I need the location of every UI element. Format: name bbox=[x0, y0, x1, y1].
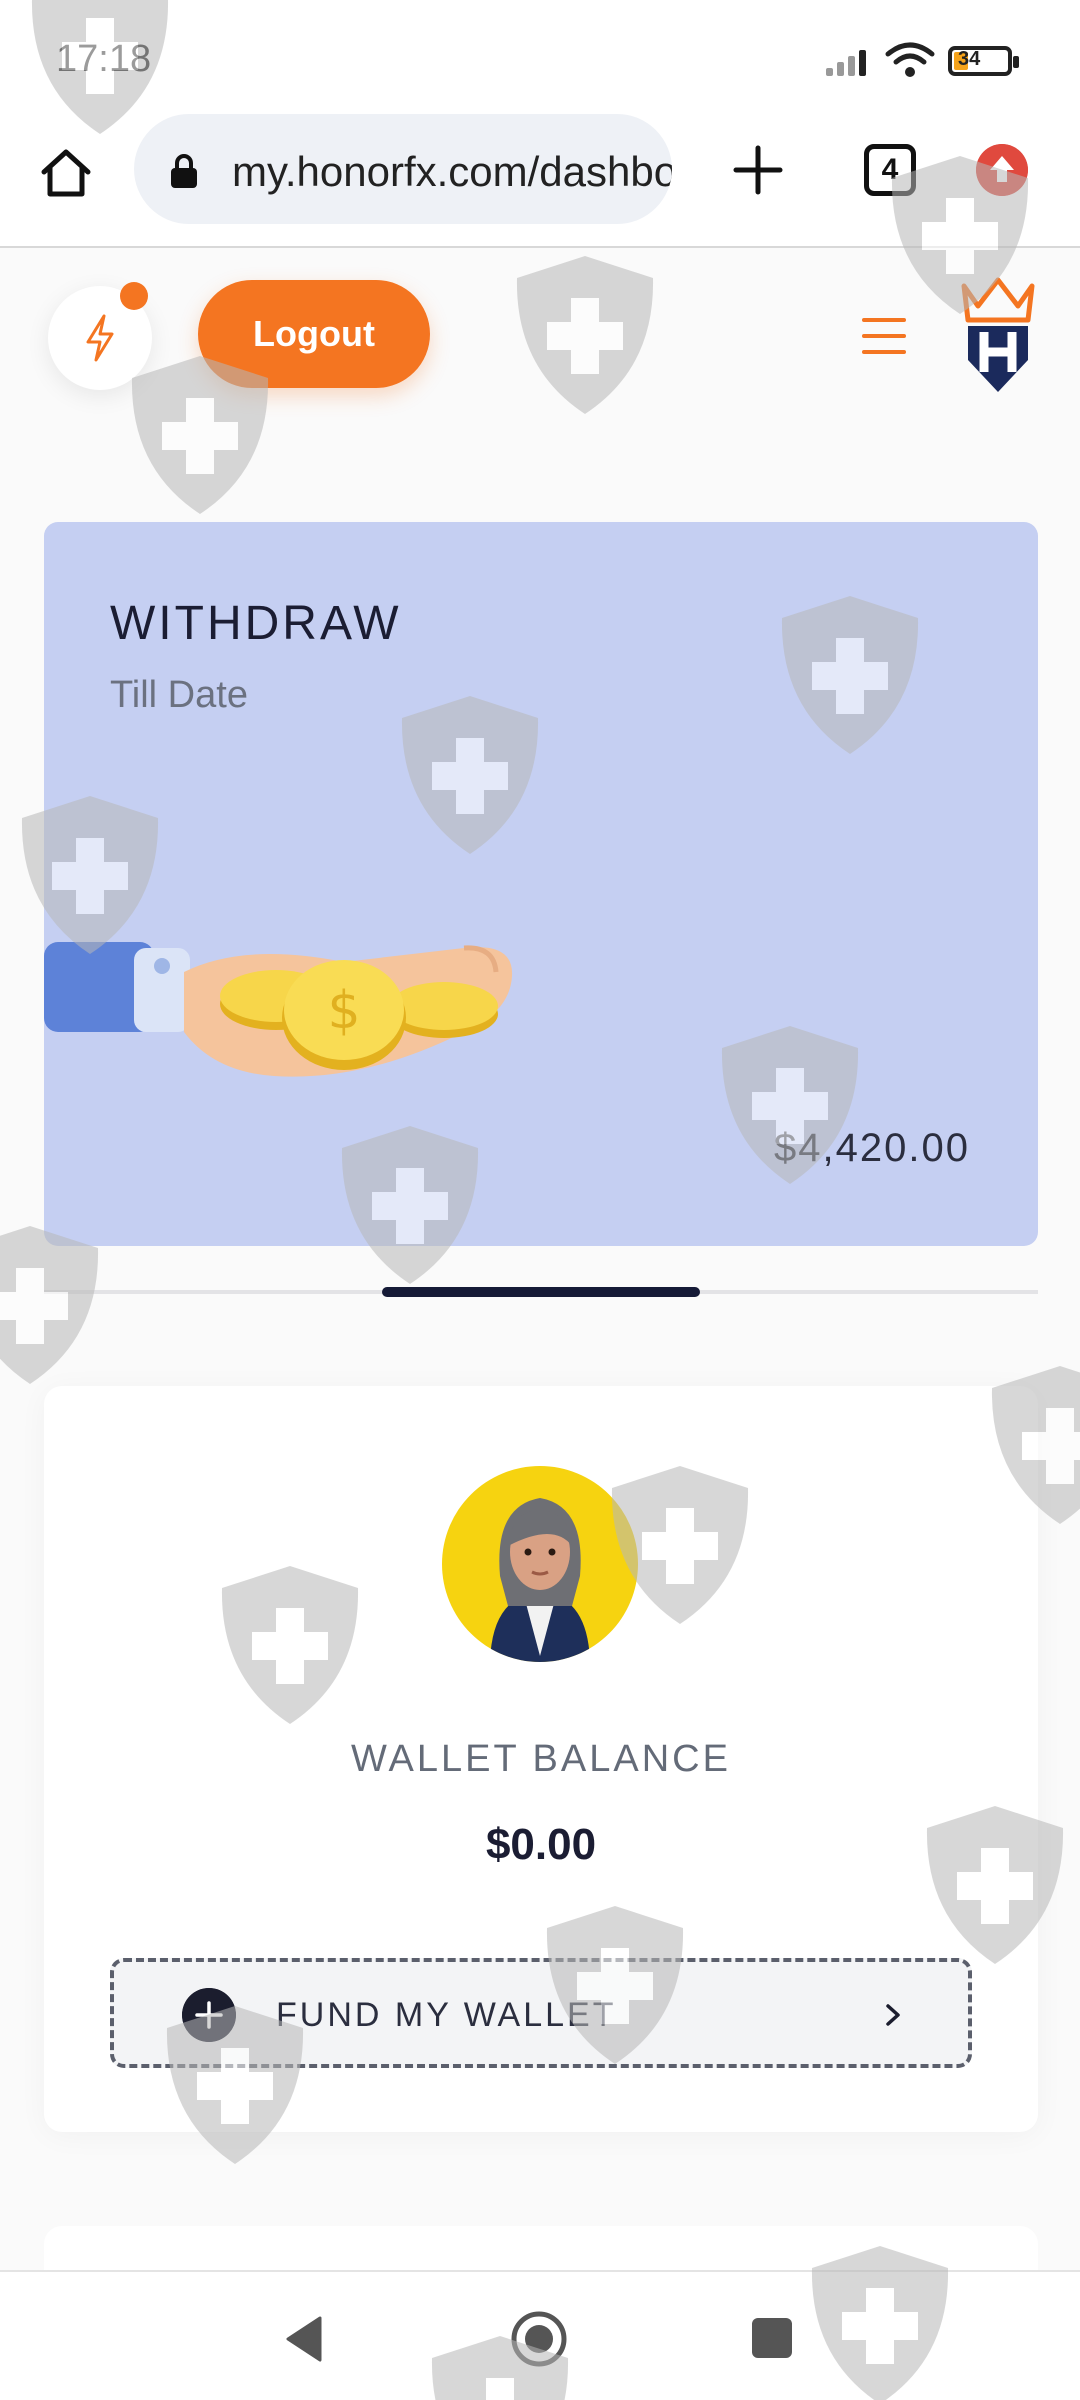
hand-coins-illustration: $ bbox=[44, 942, 513, 1077]
notification-dot bbox=[120, 282, 148, 310]
logout-button[interactable]: Logout bbox=[198, 280, 430, 388]
svg-text:$: $ bbox=[327, 981, 360, 1041]
plus-icon[interactable] bbox=[728, 140, 788, 200]
withdraw-title: WITHDRAW bbox=[110, 597, 402, 650]
back-icon[interactable] bbox=[284, 2316, 324, 2362]
tabs-count-button[interactable]: 4 bbox=[864, 144, 916, 196]
home-icon[interactable] bbox=[36, 142, 96, 202]
bolt-icon bbox=[86, 314, 114, 362]
withdraw-amount: $4,420.00 bbox=[774, 1126, 970, 1170]
wallet-balance-amount: $0.00 bbox=[485, 1820, 597, 1869]
update-icon[interactable] bbox=[976, 144, 1028, 196]
home-circle-icon[interactable] bbox=[510, 2310, 568, 2368]
battery-level: 34 bbox=[958, 48, 981, 70]
url-text[interactable]: my.honorfx.com/dashboard bbox=[232, 148, 672, 196]
battery-icon: 34 bbox=[948, 46, 1019, 76]
withdraw-subtitle: Till Date bbox=[110, 674, 248, 716]
system-nav-bar bbox=[0, 2270, 1080, 2400]
carousel-indicator[interactable] bbox=[382, 1287, 700, 1297]
plus-circle-icon bbox=[182, 1988, 236, 2042]
wallet-card: WALLET BALANCE $0.00 FUND MY WALLET bbox=[44, 1386, 1038, 2132]
hamburger-menu-icon[interactable] bbox=[862, 318, 906, 354]
browser-toolbar: my.honorfx.com/dashboard 4 bbox=[0, 110, 1080, 248]
wallet-balance-label: WALLET BALANCE bbox=[351, 1738, 731, 1780]
status-time: 17:18 bbox=[56, 38, 152, 80]
avatar bbox=[442, 1466, 638, 1662]
honorfx-logo[interactable] bbox=[958, 276, 1038, 396]
wifi-icon bbox=[885, 42, 935, 77]
status-bar: 17:18 34 bbox=[0, 0, 1080, 110]
fund-wallet-button[interactable]: FUND MY WALLET bbox=[110, 1958, 972, 2068]
dashboard-page: 17:18 34 my.honorfx.com/dashboard bbox=[0, 0, 1080, 2400]
chevron-right-icon bbox=[886, 2004, 900, 2026]
signal-icon bbox=[826, 44, 874, 76]
withdraw-card[interactable]: WITHDRAW Till Date $ $4,420.00 bbox=[44, 522, 1038, 1246]
address-bar[interactable]: my.honorfx.com/dashboard bbox=[134, 114, 672, 224]
recent-apps-icon[interactable] bbox=[752, 2318, 792, 2358]
lock-icon bbox=[171, 154, 197, 188]
fund-wallet-label: FUND MY WALLET bbox=[276, 1996, 617, 2034]
shield-watermark-icon bbox=[516, 256, 654, 414]
